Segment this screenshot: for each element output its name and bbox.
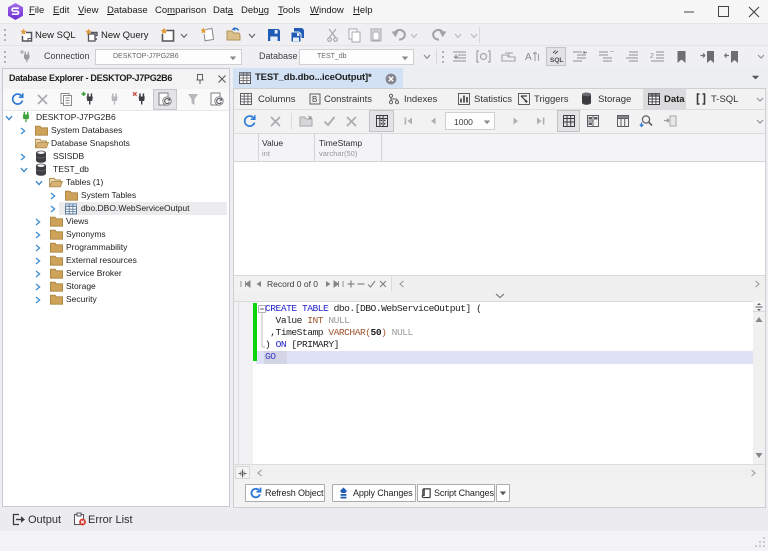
svg-text:2: 2 — [650, 53, 654, 60]
svg-text:SQL: SQL — [550, 57, 563, 64]
svg-text:B: B — [312, 95, 317, 104]
svg-text:A: A — [525, 52, 532, 63]
